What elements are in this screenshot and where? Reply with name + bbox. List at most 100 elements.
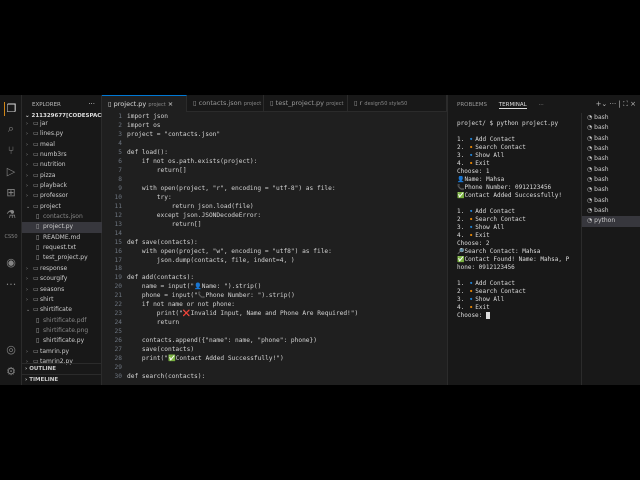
line-number: 3	[118, 130, 122, 138]
terminal-name: python	[594, 217, 616, 225]
terminal-instance[interactable]: ◔ bash	[582, 154, 640, 164]
source-control-icon[interactable]: ⑂	[4, 144, 18, 158]
tab-r[interactable]: ▯ r design50 style50	[348, 95, 447, 112]
file-item[interactable]: ▯ project.py	[22, 222, 102, 233]
code-line: 23 print("❌Invalid Input, Name and Phone…	[102, 310, 447, 319]
code-line: 13 return[]	[102, 221, 447, 230]
terminal-instance[interactable]: ◔ bash	[582, 113, 640, 123]
folder-item[interactable]: › ▭response	[22, 264, 102, 274]
testing-icon[interactable]: ⚗	[4, 208, 18, 222]
timeline-section[interactable]: › TIMELINE	[22, 374, 102, 384]
folder-icon: ▭	[33, 295, 39, 303]
terminal-instance[interactable]: ◔ bash	[582, 123, 640, 133]
terminal-name: bash	[594, 155, 609, 163]
folder-item[interactable]: ⌄ ▭project	[22, 202, 102, 212]
folder-item[interactable]: › ▭jar	[22, 119, 102, 129]
folder-icon: ▭	[33, 151, 39, 159]
chevron-down-icon: ⌄	[26, 203, 31, 210]
close-icon[interactable]: ×	[168, 100, 173, 108]
terminal-list: ◔ bash ◔ bash ◔ bash ◔ bash ◔ bash ◔ bash ◔ ba…	[581, 113, 640, 385]
github-icon[interactable]: ◉	[4, 256, 18, 270]
terminal-instance[interactable]: ◔ bash	[582, 144, 640, 154]
tab-terminal[interactable]: TERMINAL	[498, 102, 527, 109]
file-item[interactable]: ▯ shirtificate.pdf	[22, 316, 102, 326]
code-area[interactable]: 1 import json 2 import os 3 project = "contac…	[102, 113, 447, 382]
cs50-icon[interactable]: CS50	[4, 230, 18, 244]
file-item[interactable]: ▯ contacts.json	[22, 212, 102, 222]
folder-item[interactable]: › ▭playback	[22, 181, 102, 191]
tab-contacts-json[interactable]: ▯ contacts.json project	[187, 95, 264, 112]
line-number: 26	[114, 337, 122, 345]
file-item[interactable]: ▯ README.md	[22, 233, 102, 243]
folder-icon: ▭	[33, 347, 39, 355]
code-line: 5 def load():	[102, 149, 447, 158]
timeline-label: TIMELINE	[29, 377, 59, 383]
settings-icon[interactable]: ⚙	[4, 365, 18, 379]
folder-item[interactable]: › ▭scourgify	[22, 274, 102, 284]
terminal-text: hone: 0912123456	[457, 264, 515, 271]
folder-item[interactable]: › ▭pizza	[22, 171, 102, 181]
terminal-instance[interactable]: ◔ bash	[582, 206, 640, 216]
folder-item[interactable]: › ▭professor	[22, 191, 102, 201]
terminal-instance[interactable]: ◔ bash	[582, 134, 640, 144]
terminal-text: 3. 🔹Show All	[457, 152, 505, 159]
extensions-icon[interactable]: ⊞	[4, 186, 18, 200]
terminal-text: 4. 🔸Exit	[457, 304, 490, 311]
terminal-output[interactable]: project/ $ python project.py 1. 🔹Add Cont…	[457, 120, 583, 320]
line-number: 20	[114, 283, 122, 291]
run-debug-icon[interactable]: ▷	[4, 165, 18, 179]
folder-item[interactable]: › ▭shirt	[22, 295, 102, 305]
file-icon: ▯	[36, 244, 40, 252]
tab-project-py[interactable]: ▯ project.py project ×	[102, 95, 187, 112]
file-icon: ▯	[36, 316, 40, 324]
account-icon[interactable]: ◎	[4, 343, 18, 357]
code-text: if not name or not phone:	[127, 301, 236, 309]
terminal-instance[interactable]: ◔ bash	[582, 196, 640, 206]
tab-problems[interactable]: PROBLEMS	[457, 102, 487, 108]
terminal-name: bash	[594, 134, 609, 142]
more-icon[interactable]: ···	[4, 278, 18, 292]
folder-item[interactable]: › ▭tamrin.py	[22, 347, 102, 357]
folder-label: meal	[40, 140, 55, 148]
more-icon[interactable]: ···	[88, 100, 95, 108]
files-icon[interactable]: ❐	[4, 102, 18, 116]
file-item[interactable]: ▯ shirtificate.png	[22, 326, 102, 336]
terminal-text: project/ $ python project.py	[457, 120, 559, 127]
search-icon[interactable]: ⌕	[4, 122, 18, 136]
file-item[interactable]: ▯ test_project.py	[22, 253, 102, 263]
terminal-instance[interactable]: ◔ bash	[582, 185, 640, 195]
folder-item[interactable]: › ▭numb3rs	[22, 150, 102, 160]
folder-item[interactable]: › ▭meal	[22, 140, 102, 150]
folder-icon: ▭	[33, 130, 39, 138]
code-text: import os	[127, 121, 161, 129]
terminal-instance[interactable]: ◔ bash	[582, 165, 640, 175]
panel-more-button[interactable]: ···	[539, 102, 544, 108]
terminal-line: Choose:	[457, 312, 583, 320]
line-number: 14	[114, 229, 122, 237]
folder-item[interactable]: ⌄ ▭shirtificate	[22, 305, 102, 315]
outline-section[interactable]: › OUTLINE	[22, 363, 102, 373]
tab-test_project-py[interactable]: ▯ test_project.py project	[264, 95, 348, 112]
chevron-right-icon: ›	[26, 296, 28, 303]
folder-item[interactable]: › ▭seasons	[22, 285, 102, 295]
folder-label: numb3rs	[40, 151, 67, 159]
terminal-line: 1. 🔹Add Contact	[457, 280, 583, 288]
folder-item[interactable]: › ▭lines.py	[22, 129, 102, 139]
panel-tabs: PROBLEMS TERMINAL ···	[457, 102, 554, 109]
folder-item[interactable]: › ▭nutrition	[22, 160, 102, 170]
line-number: 17	[114, 256, 122, 264]
tab-hint: project	[148, 102, 166, 108]
explorer-panel: EXPLORER ··· ⌄ 211329677[CODESPACES]:...…	[22, 95, 120, 385]
tab-hint: project	[326, 101, 344, 107]
editor: ▯ project.py project × ▯ contacts.json pr…	[102, 95, 447, 385]
folder-label: professor	[40, 192, 69, 200]
file-item[interactable]: ▯ request.txt	[22, 243, 102, 253]
panel-actions[interactable]: +⌄ ··· | ⛶ ×	[596, 100, 636, 109]
terminal-instance[interactable]: ◔ bash	[582, 175, 640, 185]
terminal-text: ✅Contact Added Successfully!	[457, 192, 563, 199]
terminal-instance[interactable]: ◔ python	[582, 216, 640, 227]
code-line: 30 def search(contacts):	[102, 373, 447, 382]
file-item[interactable]: ▯ shirtificate.py	[22, 336, 102, 346]
